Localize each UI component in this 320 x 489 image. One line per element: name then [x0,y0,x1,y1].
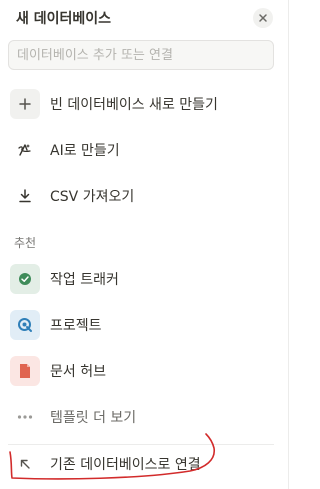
import-csv-label: CSV 가져오기 [50,189,135,205]
create-blank-database-label: 빈 데이터베이스 새로 만들기 [50,97,218,113]
ellipsis-icon [10,402,40,432]
connect-existing-database-item[interactable]: 기존 데이터베이스로 연결 [4,446,278,482]
create-blank-database-item[interactable]: 빈 데이터베이스 새로 만들기 [4,86,278,122]
ai-pen-icon [10,135,40,165]
recommended-section-label: 추천 [14,236,37,250]
plus-icon [10,89,40,119]
document-icon [10,356,40,386]
create-with-ai-label: AI로 만들기 [50,143,120,159]
template-document-hub[interactable]: 문서 허브 [4,353,278,389]
download-icon [10,181,40,211]
create-with-ai-item[interactable]: AI로 만들기 [4,132,278,168]
more-templates-item[interactable]: 템플릿 더 보기 [4,399,278,435]
database-search-input[interactable] [8,40,274,70]
more-templates-label: 템플릿 더 보기 [50,410,137,426]
check-circle-icon [10,264,40,294]
template-task-tracker[interactable]: 작업 트래커 [4,261,278,297]
panel-title: 새 데이터베이스 [16,11,112,27]
arrow-up-left-icon [10,449,40,479]
template-document-hub-label: 문서 허브 [50,364,106,380]
close-button[interactable] [253,8,273,28]
close-icon [259,14,267,22]
template-task-tracker-label: 작업 트래커 [50,272,119,288]
template-project-label: 프로젝트 [50,318,102,334]
target-icon [10,310,40,340]
new-database-panel: 새 데이터베이스 빈 데이터베이스 새로 만들기 AI로 만들기 [0,0,289,489]
template-project[interactable]: 프로젝트 [4,307,278,343]
import-csv-item[interactable]: CSV 가져오기 [4,178,278,214]
divider [8,444,274,445]
connect-existing-database-label: 기존 데이터베이스로 연결 [50,457,201,473]
